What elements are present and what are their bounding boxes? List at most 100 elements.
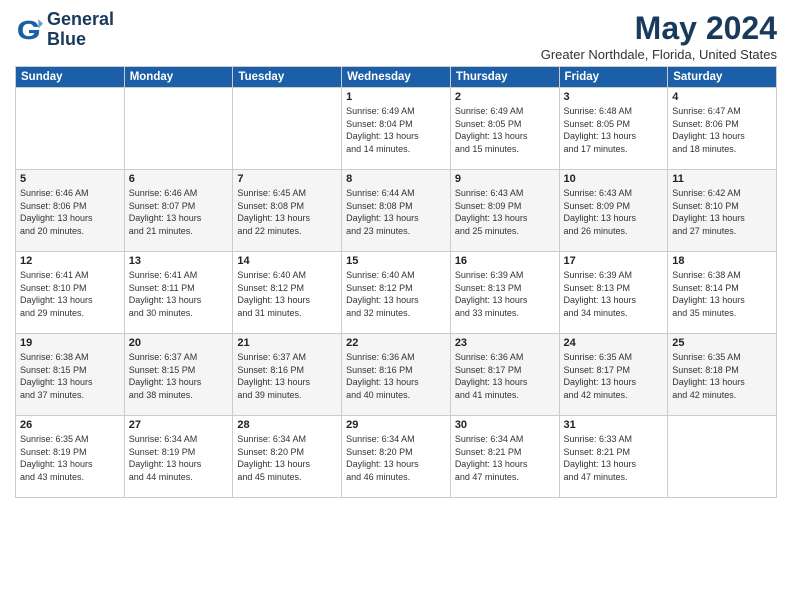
- table-row: [16, 88, 125, 170]
- calendar-week-row: 19Sunrise: 6:38 AM Sunset: 8:15 PM Dayli…: [16, 334, 777, 416]
- col-sunday: Sunday: [16, 67, 125, 88]
- day-info: Sunrise: 6:35 AM Sunset: 8:18 PM Dayligh…: [672, 351, 772, 401]
- day-info: Sunrise: 6:49 AM Sunset: 8:04 PM Dayligh…: [346, 105, 446, 155]
- day-info: Sunrise: 6:44 AM Sunset: 8:08 PM Dayligh…: [346, 187, 446, 237]
- day-number: 23: [455, 337, 555, 349]
- day-number: 31: [564, 419, 664, 431]
- table-row: 5 Sunrise: 6:46 AM Sunset: 8:06 PM Daylig…: [16, 170, 125, 252]
- table-row: 10Sunrise: 6:43 AM Sunset: 8:09 PM Dayli…: [559, 170, 668, 252]
- page: General Blue May 2024 Greater Northdale,…: [0, 0, 792, 612]
- table-row: 23 Sunrise: 6:36 AM Sunset: 8:17 PM Dayli…: [450, 334, 559, 416]
- day-info: Sunrise: 6:39 AM Sunset: 8:13 PM Dayligh…: [564, 269, 664, 319]
- table-row: 22 Sunrise: 6:36 AM Sunset: 8:16 PM Dayli…: [342, 334, 451, 416]
- table-row: 24Sunrise: 6:35 AM Sunset: 8:17 PM Dayli…: [559, 334, 668, 416]
- day-info: Sunrise: 6:47 AM Sunset: 8:06 PM Dayligh…: [672, 105, 772, 155]
- col-wednesday: Wednesday: [342, 67, 451, 88]
- table-row: [233, 88, 342, 170]
- table-row: 16 Sunrise: 6:39 AM Sunset: 8:13 PM Dayli…: [450, 252, 559, 334]
- logo-icon: [15, 16, 43, 44]
- day-number: 1: [346, 91, 446, 103]
- col-saturday: Saturday: [668, 67, 777, 88]
- day-number: 30: [455, 419, 555, 431]
- table-row: 11 Sunrise: 6:42 AM Sunset: 8:10 PM Dayli…: [668, 170, 777, 252]
- day-info: Sunrise: 6:46 AM Sunset: 8:06 PM Dayligh…: [20, 187, 120, 237]
- day-info: Sunrise: 6:41 AM Sunset: 8:10 PM Dayligh…: [20, 269, 120, 319]
- col-tuesday: Tuesday: [233, 67, 342, 88]
- col-thursday: Thursday: [450, 67, 559, 88]
- day-info: Sunrise: 6:38 AM Sunset: 8:14 PM Dayligh…: [672, 269, 772, 319]
- table-row: 8 Sunrise: 6:44 AM Sunset: 8:08 PM Daylig…: [342, 170, 451, 252]
- table-row: 28 Sunrise: 6:34 AM Sunset: 8:20 PM Dayli…: [233, 416, 342, 498]
- day-number: 3: [564, 91, 664, 103]
- day-info: Sunrise: 6:34 AM Sunset: 8:21 PM Dayligh…: [455, 433, 555, 483]
- table-row: 4 Sunrise: 6:47 AM Sunset: 8:06 PM Daylig…: [668, 88, 777, 170]
- day-number: 18: [672, 255, 772, 267]
- table-row: 17 Sunrise: 6:39 AM Sunset: 8:13 PM Dayli…: [559, 252, 668, 334]
- day-info: Sunrise: 6:40 AM Sunset: 8:12 PM Dayligh…: [346, 269, 446, 319]
- day-number: 21: [237, 337, 337, 349]
- day-number: 12: [20, 255, 120, 267]
- table-row: 3Sunrise: 6:48 AM Sunset: 8:05 PM Daylig…: [559, 88, 668, 170]
- table-row: 20Sunrise: 6:37 AM Sunset: 8:15 PM Dayli…: [124, 334, 233, 416]
- day-number: 16: [455, 255, 555, 267]
- day-number: 26: [20, 419, 120, 431]
- title-block: May 2024 Greater Northdale, Florida, Uni…: [541, 10, 777, 62]
- day-info: Sunrise: 6:34 AM Sunset: 8:20 PM Dayligh…: [237, 433, 337, 483]
- table-row: 1 Sunrise: 6:49 AM Sunset: 8:04 PM Daylig…: [342, 88, 451, 170]
- logo-line1: General: [47, 10, 114, 30]
- day-number: 28: [237, 419, 337, 431]
- day-number: 8: [346, 173, 446, 185]
- logo: General Blue: [15, 10, 114, 50]
- day-info: Sunrise: 6:43 AM Sunset: 8:09 PM Dayligh…: [564, 187, 664, 237]
- table-row: 31 Sunrise: 6:33 AM Sunset: 8:21 PM Dayli…: [559, 416, 668, 498]
- day-info: Sunrise: 6:36 AM Sunset: 8:17 PM Dayligh…: [455, 351, 555, 401]
- day-number: 15: [346, 255, 446, 267]
- day-number: 4: [672, 91, 772, 103]
- day-number: 17: [564, 255, 664, 267]
- table-row: 14 Sunrise: 6:40 AM Sunset: 8:12 PM Dayli…: [233, 252, 342, 334]
- table-row: 6 Sunrise: 6:46 AM Sunset: 8:07 PM Daylig…: [124, 170, 233, 252]
- day-number: 13: [129, 255, 229, 267]
- day-info: Sunrise: 6:40 AM Sunset: 8:12 PM Dayligh…: [237, 269, 337, 319]
- table-row: [668, 416, 777, 498]
- day-number: 14: [237, 255, 337, 267]
- day-info: Sunrise: 6:34 AM Sunset: 8:19 PM Dayligh…: [129, 433, 229, 483]
- table-row: 29 Sunrise: 6:34 AM Sunset: 8:20 PM Dayli…: [342, 416, 451, 498]
- day-info: Sunrise: 6:42 AM Sunset: 8:10 PM Dayligh…: [672, 187, 772, 237]
- table-row: 13Sunrise: 6:41 AM Sunset: 8:11 PM Dayli…: [124, 252, 233, 334]
- calendar-week-row: 1 Sunrise: 6:49 AM Sunset: 8:04 PM Daylig…: [16, 88, 777, 170]
- day-info: Sunrise: 6:35 AM Sunset: 8:19 PM Dayligh…: [20, 433, 120, 483]
- table-row: 9 Sunrise: 6:43 AM Sunset: 8:09 PM Daylig…: [450, 170, 559, 252]
- month-title: May 2024: [541, 10, 777, 47]
- day-info: Sunrise: 6:39 AM Sunset: 8:13 PM Dayligh…: [455, 269, 555, 319]
- day-number: 11: [672, 173, 772, 185]
- day-info: Sunrise: 6:37 AM Sunset: 8:16 PM Dayligh…: [237, 351, 337, 401]
- calendar-table: Sunday Monday Tuesday Wednesday Thursday…: [15, 66, 777, 498]
- day-info: Sunrise: 6:36 AM Sunset: 8:16 PM Dayligh…: [346, 351, 446, 401]
- day-info: Sunrise: 6:45 AM Sunset: 8:08 PM Dayligh…: [237, 187, 337, 237]
- day-number: 6: [129, 173, 229, 185]
- header: General Blue May 2024 Greater Northdale,…: [15, 10, 777, 62]
- table-row: 19Sunrise: 6:38 AM Sunset: 8:15 PM Dayli…: [16, 334, 125, 416]
- day-number: 9: [455, 173, 555, 185]
- day-number: 7: [237, 173, 337, 185]
- calendar-header-row: Sunday Monday Tuesday Wednesday Thursday…: [16, 67, 777, 88]
- day-info: Sunrise: 6:43 AM Sunset: 8:09 PM Dayligh…: [455, 187, 555, 237]
- calendar-week-row: 26 Sunrise: 6:35 AM Sunset: 8:19 PM Dayli…: [16, 416, 777, 498]
- day-number: 24: [564, 337, 664, 349]
- day-info: Sunrise: 6:34 AM Sunset: 8:20 PM Dayligh…: [346, 433, 446, 483]
- logo-line2: Blue: [47, 30, 114, 50]
- table-row: 26 Sunrise: 6:35 AM Sunset: 8:19 PM Dayli…: [16, 416, 125, 498]
- calendar-week-row: 12 Sunrise: 6:41 AM Sunset: 8:10 PM Dayli…: [16, 252, 777, 334]
- day-info: Sunrise: 6:37 AM Sunset: 8:15 PM Dayligh…: [129, 351, 229, 401]
- day-info: Sunrise: 6:46 AM Sunset: 8:07 PM Dayligh…: [129, 187, 229, 237]
- day-number: 5: [20, 173, 120, 185]
- table-row: 21 Sunrise: 6:37 AM Sunset: 8:16 PM Dayli…: [233, 334, 342, 416]
- day-info: Sunrise: 6:49 AM Sunset: 8:05 PM Dayligh…: [455, 105, 555, 155]
- table-row: 12 Sunrise: 6:41 AM Sunset: 8:10 PM Dayli…: [16, 252, 125, 334]
- table-row: 2Sunrise: 6:49 AM Sunset: 8:05 PM Daylig…: [450, 88, 559, 170]
- day-number: 19: [20, 337, 120, 349]
- day-info: Sunrise: 6:33 AM Sunset: 8:21 PM Dayligh…: [564, 433, 664, 483]
- day-number: 29: [346, 419, 446, 431]
- day-number: 22: [346, 337, 446, 349]
